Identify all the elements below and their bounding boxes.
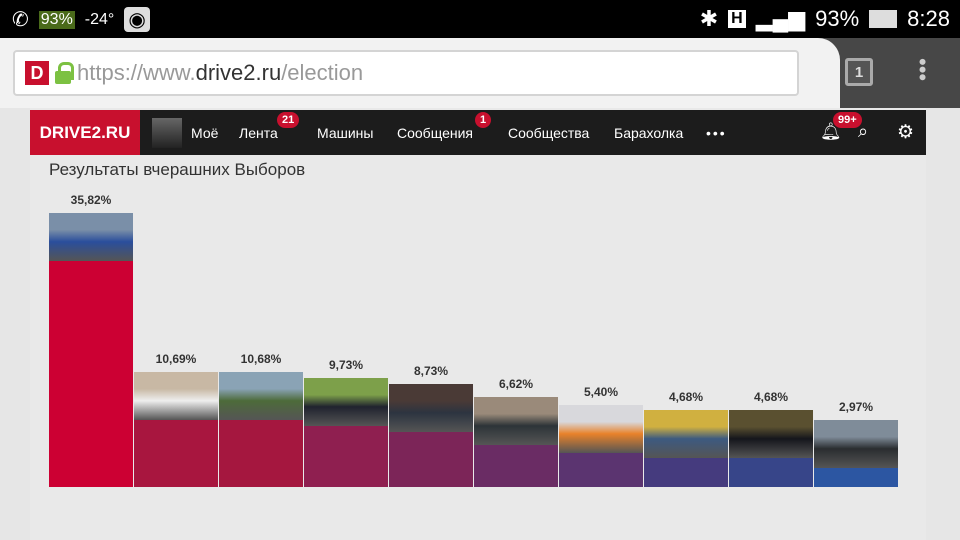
car-photo[interactable] xyxy=(814,420,898,469)
clock: 8:28 xyxy=(907,6,950,31)
car-photo[interactable] xyxy=(729,409,813,458)
url-scheme: https://www. xyxy=(77,60,196,85)
bar[interactable]: 4,68% xyxy=(729,390,813,487)
bar-value-label: 4,68% xyxy=(753,389,789,404)
nav-feed[interactable]: Лента xyxy=(239,125,278,141)
car-photo[interactable] xyxy=(644,409,728,458)
status-bar: ✆ 93% -24° ◉ ✱ H ▂▄▆ 93% 8:28 xyxy=(0,0,960,38)
bar-value-label: 8,73% xyxy=(413,364,449,378)
car-photo[interactable] xyxy=(474,397,558,446)
bar[interactable]: 8,73% xyxy=(389,364,473,487)
bar-fill xyxy=(644,457,728,487)
whatsapp-icon: ✆ xyxy=(12,9,29,31)
bar-value-label: 35,82% xyxy=(70,193,112,208)
page-title: Результаты вчерашних Выборов xyxy=(49,160,306,179)
bar-fill xyxy=(729,457,813,487)
network-type: H xyxy=(728,10,746,28)
bar-fill xyxy=(134,419,218,487)
bar[interactable]: 6,62% xyxy=(474,377,558,487)
bar-fill xyxy=(474,445,558,487)
temperature: -24° xyxy=(84,10,115,28)
site-favicon: D xyxy=(25,61,49,85)
site-logo[interactable]: DRIVE2.RU xyxy=(30,110,140,155)
url-domain: drive2.ru xyxy=(195,60,282,85)
nav-messages[interactable]: Сообщения xyxy=(397,125,473,141)
nav-moe[interactable]: Моё xyxy=(191,125,218,141)
bar-fill xyxy=(559,452,643,487)
bar[interactable]: 5,40% xyxy=(559,385,643,487)
car-photo[interactable] xyxy=(389,384,473,432)
nav-market[interactable]: Барахолка xyxy=(614,125,683,141)
nav-communities[interactable]: Сообщества xyxy=(508,125,589,141)
car-photo[interactable] xyxy=(219,371,303,420)
bar[interactable]: 9,73% xyxy=(304,358,388,487)
nav-more[interactable]: ••• xyxy=(706,125,727,141)
nav-cars[interactable]: Машины xyxy=(317,125,373,141)
search-icon[interactable]: ⌕ xyxy=(858,121,868,142)
bar-fill xyxy=(389,432,473,487)
browser-toolbar: D https://www.drive2.ru/election 1 ••• xyxy=(0,38,960,108)
bar-value-label: 10,68% xyxy=(240,351,282,366)
user-avatar[interactable] xyxy=(152,118,182,148)
bar-value-label: 10,69% xyxy=(155,351,197,366)
signal-icon: ▂▄▆ xyxy=(755,6,806,31)
settings-gear-icon[interactable]: ⚙ xyxy=(897,121,914,144)
bar-fill xyxy=(304,425,388,487)
bar-value-label: 4,68% xyxy=(668,389,704,404)
url-path: /election xyxy=(281,60,364,85)
more-menu-icon[interactable]: ••• xyxy=(910,58,935,81)
messages-badge: 1 xyxy=(475,112,492,128)
bar[interactable]: 10,69% xyxy=(134,352,218,487)
battery-left: 93% xyxy=(38,10,75,29)
bluetooth-icon: ✱ xyxy=(699,6,719,31)
bar-fill xyxy=(814,468,898,487)
site-nav: DRIVE2.RU Моё Лента 21 Машины Сообщения … xyxy=(30,110,926,155)
car-photo[interactable] xyxy=(304,377,388,426)
car-photo[interactable] xyxy=(134,371,218,420)
bar[interactable]: 10,68% xyxy=(219,352,303,487)
bar[interactable]: 35,82% xyxy=(49,193,133,487)
feed-badge: 21 xyxy=(277,112,300,128)
url-bar[interactable]: D https://www.drive2.ru/election xyxy=(13,50,799,96)
battery-icon xyxy=(869,10,898,28)
lock-icon xyxy=(55,62,74,84)
bar-value-label: 2,97% xyxy=(838,400,874,415)
tab-switcher-button[interactable]: 1 xyxy=(845,58,873,86)
bar[interactable]: 4,68% xyxy=(644,390,728,487)
bar-fill xyxy=(49,261,133,487)
bar[interactable]: 2,97% xyxy=(814,400,898,487)
app-icon: ◉ xyxy=(124,7,150,32)
car-photo[interactable] xyxy=(49,213,133,262)
bar-value-label: 6,62% xyxy=(498,377,534,392)
car-photo[interactable] xyxy=(559,404,643,453)
battery-percent: 93% xyxy=(815,6,860,31)
bar-fill xyxy=(219,419,303,487)
bar-value-label: 9,73% xyxy=(328,357,364,372)
bar-value-label: 5,40% xyxy=(583,384,619,399)
